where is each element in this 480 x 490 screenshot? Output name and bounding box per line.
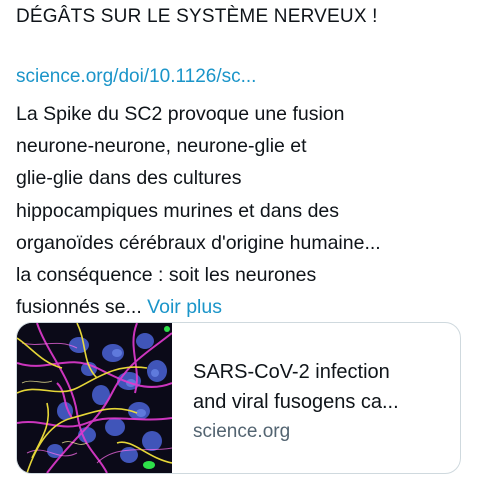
tweet-text-line: La Spike du SC2 provoque une fusion — [16, 103, 345, 125]
card-text: SARS-CoV-2 infection and viral fusogens … — [193, 357, 453, 447]
link-preview-card[interactable]: SARS-CoV-2 infection and viral fusogens … — [16, 322, 461, 474]
show-more-link[interactable]: Voir plus — [147, 296, 222, 318]
tweet-text-line: neurone-neurone, neurone-glie et — [16, 135, 307, 158]
card-title-line: SARS-CoV-2 infection — [193, 361, 390, 383]
tweet-text-line: la conséquence : soit les neurones — [16, 264, 317, 287]
tweet-text: La Spike du SC2 provoque une fusion neur… — [16, 98, 381, 323]
tweet-text-truncated: fusionnés se... — [16, 296, 142, 319]
tweet-text-last-line: fusionnés se... Voir plus — [16, 291, 381, 323]
card-domain: science.org — [193, 421, 291, 442]
tweet-text-line: organoïdes cérébraux d'origine humaine..… — [16, 231, 381, 254]
card-title-line: and viral fusogens ca... — [193, 391, 399, 413]
article-link[interactable]: science.org/doi/10.1126/sc... — [16, 64, 256, 90]
tweet-headline: DÉGÂTS SUR LE SYSTÈME NERVEUX ! — [16, 6, 378, 27]
neuron-microscopy-image — [17, 323, 173, 473]
tweet-text-line: hippocampiques murines et dans des — [16, 199, 340, 222]
tweet-text-line: glie-glie dans des cultures — [16, 167, 242, 190]
